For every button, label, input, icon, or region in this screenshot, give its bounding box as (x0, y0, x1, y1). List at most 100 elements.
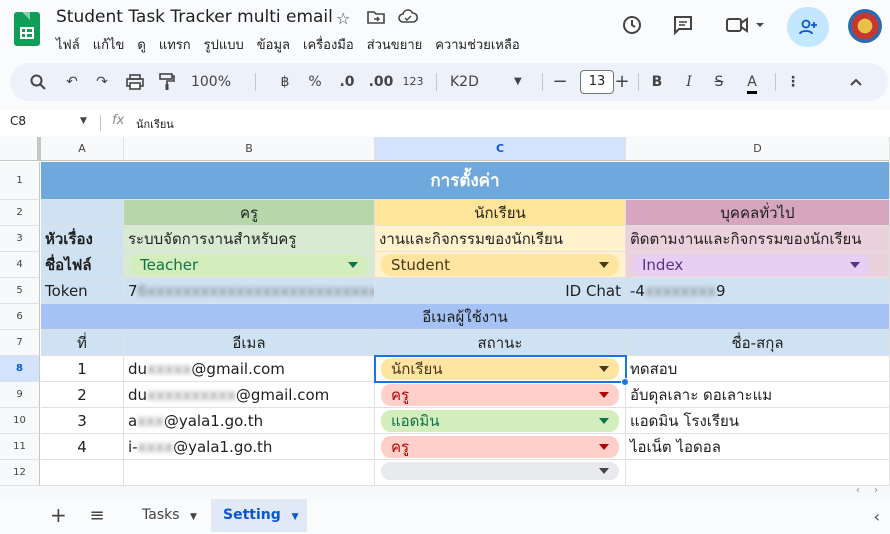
token-value-cell[interactable]: 7 6xxxxxxxxxxxxxxxxxxxxxxxxxx (124, 278, 375, 304)
subject-label-cell[interactable]: หัวเรื่อง (41, 226, 124, 252)
token-label-cell[interactable]: Token (41, 278, 124, 304)
row-header[interactable]: 1 (0, 162, 40, 200)
teacher-file-dropdown[interactable]: Teacher (130, 254, 368, 276)
name-header-cell[interactable]: ชื่อ-สกุล (626, 330, 890, 356)
row-header[interactable]: 8 (0, 356, 40, 382)
table-row-email[interactable]: i-xxxx @yala1.go.th (124, 434, 375, 460)
general-subject-cell[interactable]: ติดตามงานและกิจกรรมของนักเรียน (626, 226, 890, 252)
status-dropdown[interactable]: นักเรียน (381, 358, 619, 380)
menu-help[interactable]: ความช่วยเหลือ (435, 34, 519, 55)
collapse-toolbar-icon[interactable] (845, 63, 867, 101)
student-subject-cell[interactable]: งานและกิจกรรมของนักเรียน (375, 226, 626, 252)
status-header-cell[interactable]: สถานะ (375, 330, 626, 356)
row-header[interactable]: 4 (0, 252, 40, 278)
row-header[interactable]: 12 (0, 460, 40, 485)
sheets-logo-icon[interactable] (14, 12, 40, 46)
more-options-icon[interactable]: ⋮ (785, 63, 801, 101)
teacher-subject-cell[interactable]: ระบบจัดการงานสำหรับครู (124, 226, 375, 252)
status-dropdown[interactable]: แอดมิน (381, 410, 619, 432)
cell-a2[interactable] (41, 200, 124, 226)
row-header[interactable]: 10 (0, 408, 40, 434)
menu-view[interactable]: ดู (137, 34, 145, 55)
status-dropdown[interactable] (381, 462, 619, 480)
table-row-no[interactable]: 1 (41, 356, 124, 382)
menu-file[interactable]: ไฟล์ (56, 34, 80, 55)
font-size-input[interactable]: 13 (580, 70, 614, 94)
table-row-name[interactable]: ไอเน็ต ไอดอล (626, 434, 890, 460)
scroll-right-icon[interactable]: › (874, 485, 878, 496)
column-header-a[interactable]: A (41, 137, 124, 161)
user-emails-header-cell[interactable]: อีเมลผู้ใช้งาน (41, 304, 890, 330)
tab-tasks[interactable]: Tasks ▼ (128, 499, 208, 532)
meet-icon[interactable] (722, 14, 766, 40)
menu-tools[interactable]: เครื่องมือ (303, 34, 354, 55)
table-row-name[interactable]: อับดุลเลาะ ดอเลาะแม (626, 382, 890, 408)
select-all-corner[interactable] (0, 137, 41, 161)
formula-input[interactable]: นักเรียน (136, 115, 174, 133)
fill-handle[interactable] (621, 378, 629, 386)
email-header-cell[interactable]: อีเมล (124, 330, 375, 356)
increase-font-size-icon[interactable]: + (612, 63, 632, 101)
currency-format-button[interactable]: ฿ (276, 63, 294, 101)
no-header-cell[interactable]: ที่ (41, 330, 124, 356)
chat-id-label-cell[interactable]: ID Chat (375, 278, 626, 304)
row-header[interactable]: 11 (0, 434, 40, 460)
student-header-cell[interactable]: นักเรียน (375, 200, 626, 226)
comments-icon[interactable] (670, 14, 696, 40)
table-row-name[interactable]: ทดสอบ (626, 356, 890, 382)
increase-decimal-button[interactable]: .00 (367, 63, 395, 101)
number-format-button[interactable]: 123 (401, 63, 425, 101)
menu-extensions[interactable]: ส่วนขยาย (367, 34, 423, 55)
cell-b12[interactable] (124, 460, 375, 485)
name-box[interactable]: C8 (10, 114, 26, 128)
row-header[interactable]: 9 (0, 382, 40, 408)
row-header[interactable]: 7 (0, 330, 40, 356)
font-select[interactable]: K2D ▼ (450, 63, 532, 101)
percent-format-button[interactable]: % (306, 63, 324, 101)
menu-data[interactable]: ข้อมูล (257, 34, 290, 55)
table-row-email[interactable]: du xxxxx @gmail.com (124, 356, 375, 382)
status-dropdown[interactable]: ครู (381, 436, 619, 458)
account-avatar[interactable] (848, 9, 882, 43)
strikethrough-icon[interactable]: S (708, 63, 730, 101)
search-icon[interactable] (26, 63, 50, 101)
column-header-d[interactable]: D (626, 137, 890, 161)
chat-id-value-cell[interactable]: -4 xxxxxxxx 9 (626, 278, 890, 304)
print-icon[interactable] (123, 63, 147, 101)
sheet-nav-left-icon[interactable]: ‹ (874, 507, 880, 526)
horizontal-scrollbar[interactable]: ‹ › (0, 485, 890, 499)
student-file-dropdown[interactable]: Student (381, 254, 619, 276)
row-header[interactable]: 3 (0, 226, 40, 252)
table-row-email[interactable]: du xxxxxxxxxx @gmail.com (124, 382, 375, 408)
undo-icon[interactable]: ↶ (60, 63, 84, 101)
teacher-header-cell[interactable]: ครู (124, 200, 375, 226)
history-icon[interactable] (619, 14, 645, 40)
text-color-icon[interactable]: A (740, 63, 764, 101)
table-row-no[interactable]: 4 (41, 434, 124, 460)
redo-icon[interactable]: ↷ (90, 63, 114, 101)
table-row-email[interactable]: a xxx @yala1.go.th (124, 408, 375, 434)
zoom-select[interactable]: 100% ▼ (188, 63, 234, 127)
chevron-down-icon[interactable]: ▼ (80, 116, 87, 126)
bold-icon[interactable]: B (646, 63, 668, 101)
row-header[interactable]: 2 (0, 200, 40, 226)
paint-format-icon[interactable] (155, 63, 179, 101)
row-header[interactable]: 5 (0, 278, 40, 304)
menu-insert[interactable]: แทรก (159, 34, 191, 55)
table-row-no[interactable]: 3 (41, 408, 124, 434)
menu-edit[interactable]: แก้ไข (93, 34, 125, 55)
column-header-b[interactable]: B (124, 137, 375, 161)
table-row-name[interactable]: แอดมิน โรงเรียน (626, 408, 890, 434)
cloud-saved-icon[interactable] (398, 9, 419, 29)
settings-title-cell[interactable]: การตั้งค่า (41, 162, 890, 200)
filename-label-cell[interactable]: ชื่อไฟล์ (41, 252, 124, 278)
row-header[interactable]: 6 (0, 304, 40, 330)
menu-format[interactable]: รูปแบบ (204, 34, 244, 55)
status-dropdown[interactable]: ครู (381, 384, 619, 406)
decrease-decimal-button[interactable]: .0 (336, 63, 358, 101)
cell-a12[interactable] (41, 460, 124, 485)
general-header-cell[interactable]: บุคคลทั่วไป (626, 200, 890, 226)
tab-setting[interactable]: Setting ▼ (211, 499, 307, 532)
move-folder-icon[interactable] (367, 9, 385, 29)
document-title[interactable]: Student Task Tracker multi email (56, 7, 333, 27)
